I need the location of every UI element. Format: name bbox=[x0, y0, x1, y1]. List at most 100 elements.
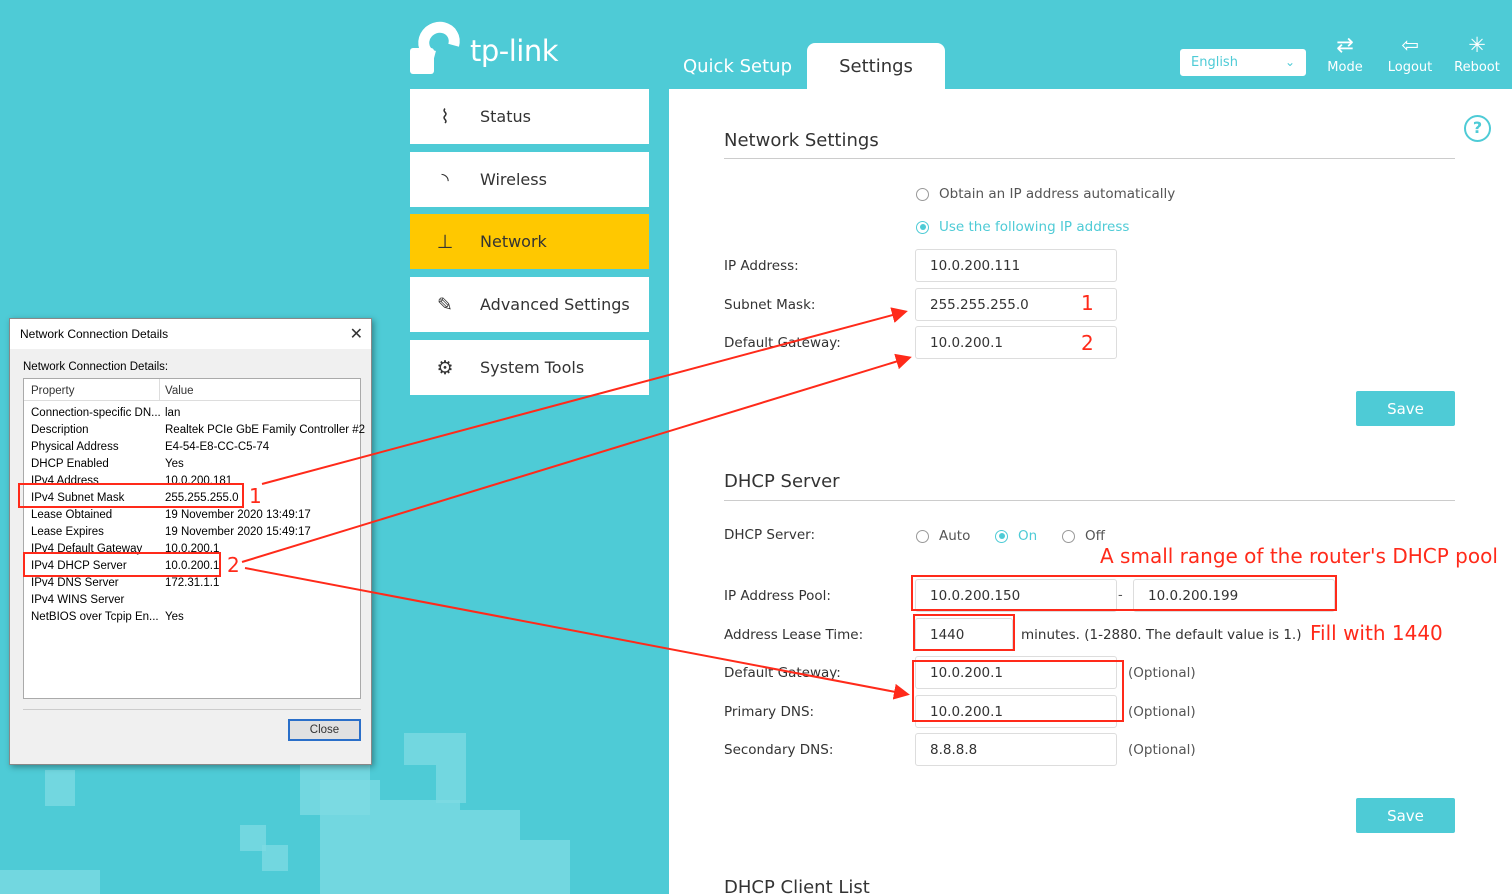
background-tile bbox=[380, 800, 460, 894]
sidebar-item-advanced-settings[interactable]: ✎ Advanced Settings bbox=[410, 277, 649, 332]
radio-dhcp-on[interactable]: On bbox=[995, 528, 1037, 544]
divider bbox=[724, 158, 1455, 159]
dhcp-gateway-label: Default Gateway: bbox=[724, 665, 841, 681]
property-name: IPv4 WINS Server bbox=[31, 594, 125, 606]
network-settings-title: Network Settings bbox=[724, 130, 879, 151]
secondary-dns-label: Secondary DNS: bbox=[724, 742, 834, 758]
sidebar-item-wireless[interactable]: ◝ Wireless bbox=[410, 152, 649, 207]
property-name: Lease Expires bbox=[31, 526, 104, 538]
sidebar-item-label: System Tools bbox=[480, 358, 585, 377]
list-item[interactable]: DHCP Enabled Yes bbox=[24, 456, 360, 473]
annotation-pool-note: A small range of the router's DHCP pool bbox=[1100, 544, 1498, 568]
reboot-button[interactable]: ✳ Reboot bbox=[1447, 32, 1507, 75]
sidebar-item-label: Network bbox=[480, 232, 547, 251]
radio-label: Obtain an IP address automatically bbox=[939, 186, 1176, 202]
property-name: NetBIOS over Tcpip En... bbox=[31, 611, 159, 623]
sidebar-item-label: Advanced Settings bbox=[480, 295, 630, 314]
annotation-number-2: 2 bbox=[1081, 331, 1094, 355]
property-name: Lease Obtained bbox=[31, 509, 113, 521]
radio-dot bbox=[995, 529, 1008, 543]
radio-dot bbox=[916, 529, 929, 543]
column-separator bbox=[159, 379, 160, 401]
sidebar-item-system-tools[interactable]: ⚙ System Tools bbox=[410, 340, 649, 395]
property-name: Physical Address bbox=[31, 441, 119, 453]
radio-dot bbox=[1062, 529, 1075, 543]
ip-address-field[interactable]: 10.0.200.111 bbox=[915, 249, 1117, 282]
list-item[interactable]: NetBIOS over Tcpip En... Yes bbox=[24, 609, 360, 626]
radio-use-following[interactable]: Use the following IP address bbox=[916, 219, 1129, 235]
annotation-number-1: 1 bbox=[249, 484, 262, 508]
wrench-icon: ✎ bbox=[437, 293, 453, 316]
primary-dns-label: Primary DNS: bbox=[724, 704, 815, 720]
list-item[interactable]: Lease Obtained 19 November 2020 13:49:17 bbox=[24, 507, 360, 524]
dhcp-server-title: DHCP Server bbox=[724, 471, 840, 492]
radio-label: Auto bbox=[939, 528, 971, 544]
network-icon: ⊥ bbox=[436, 230, 454, 253]
property-value: E4-54-E8-CC-C5-74 bbox=[165, 441, 270, 453]
column-header-value[interactable]: Value bbox=[165, 385, 194, 397]
details-list[interactable]: Property Value Connection-specific DN...… bbox=[23, 378, 365, 699]
logout-icon: ⇦ bbox=[1401, 33, 1419, 57]
dhcp-client-list-title: DHCP Client List bbox=[724, 877, 870, 894]
help-icon[interactable]: ? bbox=[1464, 115, 1491, 142]
background-tile bbox=[436, 733, 466, 803]
dhcp-server-label: DHCP Server: bbox=[724, 527, 815, 543]
property-name: IPv4 DNS Server bbox=[31, 577, 119, 589]
column-header-property[interactable]: Property bbox=[31, 385, 74, 397]
default-gateway-label: Default Gateway: bbox=[724, 335, 841, 351]
save-button[interactable]: Save bbox=[1356, 391, 1455, 426]
highlight-dhcp-server-row bbox=[23, 552, 221, 577]
background-tile bbox=[0, 870, 100, 894]
language-value: English bbox=[1191, 55, 1238, 70]
optional-label: (Optional) bbox=[1128, 704, 1196, 720]
property-name: DHCP Enabled bbox=[31, 458, 109, 470]
property-name: Description bbox=[31, 424, 89, 436]
annotation-number-2: 2 bbox=[227, 553, 240, 577]
close-button[interactable]: Close bbox=[288, 719, 361, 741]
tab-quick-setup[interactable]: Quick Setup bbox=[670, 43, 805, 89]
tp-link-logo-icon bbox=[410, 14, 468, 74]
language-select[interactable]: English ⌄ bbox=[1180, 49, 1306, 76]
radio-obtain-auto[interactable]: Obtain an IP address automatically bbox=[916, 186, 1175, 202]
list-item[interactable]: Connection-specific DN... lan bbox=[24, 405, 360, 422]
list-item[interactable]: Physical Address E4-54-E8-CC-C5-74 bbox=[24, 439, 360, 456]
property-value: lan bbox=[165, 407, 181, 419]
reboot-icon: ✳ bbox=[1468, 33, 1486, 57]
wireless-icon: ◝ bbox=[441, 168, 449, 191]
list-item[interactable]: Description Realtek PCIe GbE Family Contr… bbox=[24, 422, 365, 439]
radio-label: On bbox=[1018, 528, 1038, 544]
optional-label: (Optional) bbox=[1128, 665, 1196, 681]
radio-dot bbox=[916, 187, 929, 201]
property-value: Yes bbox=[165, 458, 184, 470]
list-item[interactable]: Lease Expires 19 November 2020 15:49:17 bbox=[24, 524, 360, 541]
gear-icon: ⚙ bbox=[436, 356, 454, 379]
background-tile bbox=[520, 840, 570, 894]
dhcp-save-button[interactable]: Save bbox=[1356, 798, 1455, 833]
property-value: Realtek PCIe GbE Family Controller #2 bbox=[165, 424, 366, 436]
sidebar-item-status[interactable]: ⌇ Status bbox=[410, 89, 649, 144]
background-tile bbox=[404, 733, 436, 765]
property-name: Connection-specific DN... bbox=[31, 407, 161, 419]
background-tile bbox=[262, 845, 288, 871]
radio-dhcp-off[interactable]: Off bbox=[1062, 528, 1105, 544]
close-icon[interactable]: ✕ bbox=[350, 324, 363, 344]
list-item[interactable]: IPv4 WINS Server bbox=[24, 592, 360, 609]
lease-time-label: Address Lease Time: bbox=[724, 627, 864, 643]
radio-dhcp-auto[interactable]: Auto bbox=[916, 528, 970, 544]
sidebar-item-network[interactable]: ⊥ Network bbox=[410, 214, 649, 269]
network-connection-details-dialog: Network Connection Details ✕ Network Con… bbox=[9, 318, 372, 765]
logout-button[interactable]: ⇦ Logout bbox=[1380, 32, 1440, 75]
property-value: Yes bbox=[165, 611, 184, 623]
secondary-dns-field[interactable]: 8.8.8.8 bbox=[915, 733, 1117, 766]
highlight-ip-pool bbox=[911, 575, 1337, 611]
mode-label: Mode bbox=[1327, 60, 1363, 75]
sidebar-item-label: Status bbox=[480, 107, 531, 126]
logo-text: tp-link bbox=[470, 34, 559, 68]
background-tile bbox=[460, 810, 520, 894]
annotation-number-1: 1 bbox=[1081, 291, 1094, 315]
property-value: 19 November 2020 15:49:17 bbox=[165, 526, 311, 538]
mode-button[interactable]: ⇄ Mode bbox=[1315, 32, 1375, 75]
list-item[interactable]: IPv4 DNS Server 172.31.1.1 bbox=[24, 575, 360, 592]
tab-settings[interactable]: Settings bbox=[807, 43, 945, 89]
divider bbox=[724, 500, 1455, 501]
